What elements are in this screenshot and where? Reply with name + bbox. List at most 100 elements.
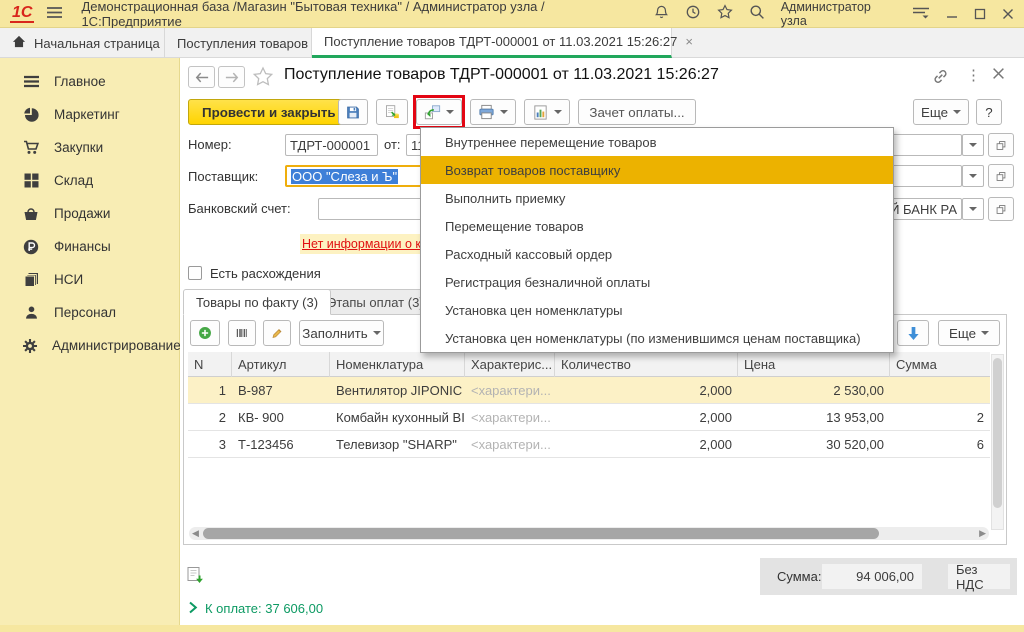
minimize-button[interactable] — [946, 8, 958, 20]
more-dots-icon[interactable]: ⋮ — [966, 66, 981, 84]
combo-open-button[interactable] — [962, 198, 984, 220]
menu-item-internal-transfer[interactable]: Внутреннее перемещение товаров — [421, 128, 893, 156]
caret-down-icon — [373, 331, 381, 339]
supplier-field[interactable]: ООО "Слеза и Ъ" — [285, 165, 437, 187]
history-icon[interactable] — [685, 4, 701, 23]
cell-price: 13 953,00 — [738, 410, 890, 425]
table-row[interactable]: 3 Т-123456 Телевизор "SHARP" <характери.… — [188, 431, 990, 458]
edit-pencil-button[interactable] — [263, 320, 291, 346]
scroll-left-icon[interactable]: ◀ — [192, 527, 199, 540]
cell-qty: 2,000 — [555, 383, 738, 398]
scroll-right-icon[interactable]: ▶ — [979, 527, 986, 540]
posted-document-icon[interactable] — [186, 566, 204, 587]
table-row[interactable]: 1 В-987 Вентилятор JIPONIC (... <характе… — [188, 377, 990, 404]
menu-item-cash-outflow-order[interactable]: Расходный кассовый ордер — [421, 240, 893, 268]
no-counterparty-info-link[interactable]: Нет информации о кон — [302, 237, 435, 251]
col-characteristic: Характерис... — [465, 352, 555, 377]
tab-goods-by-fact[interactable]: Товары по факту (3) — [183, 289, 331, 315]
more-button[interactable]: Еще — [913, 99, 969, 125]
caret-down-icon — [446, 110, 454, 118]
sidebar-item-sales[interactable]: Продажи — [0, 197, 179, 230]
favorite-star-icon[interactable] — [252, 66, 274, 90]
open-value-button[interactable] — [988, 133, 1014, 157]
move-down-button[interactable] — [897, 320, 929, 346]
sidebar-item-marketing[interactable]: Маркетинг — [0, 98, 179, 131]
fill-button[interactable]: Заполнить — [299, 320, 384, 346]
get-link-icon[interactable] — [932, 68, 949, 88]
open-value-button[interactable] — [988, 164, 1014, 188]
number-field[interactable]: ТДРТ-000001 — [285, 134, 378, 156]
combo-open-button[interactable] — [962, 165, 984, 187]
menu-item-set-prices[interactable]: Установка цен номенклатуры — [421, 296, 893, 324]
books-icon — [22, 272, 40, 287]
open-value-button[interactable] — [988, 197, 1014, 221]
sidebar-item-personnel[interactable]: Персонал — [0, 296, 179, 329]
sidebar-item-administration[interactable]: Администрирование — [0, 329, 179, 362]
bank-account-field[interactable] — [318, 198, 435, 220]
sections-sidebar: Главное Маркетинг Закупки Склад Продажи … — [0, 58, 180, 632]
menu-item-return-to-supplier[interactable]: Возврат товаров поставщику — [421, 156, 893, 184]
current-user[interactable]: Администратор узла — [781, 0, 896, 28]
menu-item-goods-transfer[interactable]: Перемещение товаров — [421, 212, 893, 240]
table-more-button[interactable]: Еще — [938, 320, 1000, 346]
cell-qty: 2,000 — [555, 410, 738, 425]
forward-button[interactable] — [218, 66, 245, 88]
tab-receipt-doc[interactable]: Поступление товаров ТДРТ-000001 от 11.03… — [312, 28, 672, 58]
cell-sku: В-987 — [232, 383, 330, 398]
barcode-scan-button[interactable] — [228, 320, 256, 346]
close-tab-icon[interactable]: × — [685, 34, 693, 49]
table-vertical-scrollbar[interactable] — [991, 354, 1004, 530]
sum-label: Сумма: — [777, 569, 821, 584]
reports-button[interactable] — [524, 99, 570, 125]
add-row-button[interactable] — [190, 320, 220, 346]
table-header-row[interactable]: N Артикул Номенклатура Характерис... Кол… — [188, 352, 990, 377]
chevron-right-icon[interactable] — [188, 601, 198, 617]
supplier-label: Поставщик: — [188, 169, 258, 184]
sidebar-item-finance[interactable]: Финансы — [0, 230, 179, 263]
cell-characteristic: <характери... — [465, 383, 555, 398]
search-icon[interactable] — [749, 4, 765, 23]
post-and-close-button[interactable]: Провести и закрыть — [188, 99, 350, 125]
favorites-star-icon[interactable] — [717, 4, 733, 23]
close-form-icon[interactable] — [992, 67, 1005, 83]
tab-label: Этапы оплат (3) — [327, 295, 424, 310]
sidebar-item-main[interactable]: Главное — [0, 65, 179, 98]
scrollbar-thumb[interactable] — [203, 528, 879, 539]
help-button[interactable]: ? — [976, 99, 1002, 125]
print-button[interactable] — [470, 99, 516, 125]
vat-mode: Без НДС — [948, 564, 1010, 589]
caret-down-icon — [981, 331, 989, 339]
totals-panel: Сумма: 94 006,00 Без НДС — [760, 558, 1017, 595]
sidebar-item-warehouse[interactable]: Склад — [0, 164, 179, 197]
menu-item-cashless-payment-registration[interactable]: Регистрация безналичной оплаты — [421, 268, 893, 296]
back-button[interactable] — [188, 66, 215, 88]
main-menu-icon[interactable] — [46, 6, 63, 22]
scrollbar-thumb[interactable] — [993, 358, 1002, 508]
post-document-button[interactable] — [376, 99, 408, 125]
menu-item-set-prices-by-changed-supplier-prices[interactable]: Установка цен номенклатуры (по изменивши… — [421, 324, 893, 352]
payable-link[interactable]: К оплате: 37 606,00 — [205, 601, 323, 616]
tab-receipts-list[interactable]: Поступления товаров × — [165, 28, 312, 58]
service-menu-icon[interactable] — [912, 5, 930, 22]
cell-n: 1 — [188, 383, 232, 398]
discrepancies-checkbox[interactable] — [188, 266, 202, 280]
tab-home[interactable]: Начальная страница — [0, 28, 165, 58]
1c-logo: 1С — [10, 5, 34, 23]
sidebar-item-nsi[interactable]: НСИ — [0, 263, 179, 296]
person-icon — [22, 305, 40, 320]
maximize-button[interactable] — [974, 8, 986, 20]
create-based-on-button[interactable] — [416, 99, 462, 125]
combo-open-button[interactable] — [962, 134, 984, 156]
menu-item-perform-acceptance[interactable]: Выполнить приемку — [421, 184, 893, 212]
close-window-button[interactable] — [1002, 8, 1014, 20]
save-button[interactable] — [338, 99, 368, 125]
supplier-value: ООО "Слеза и Ъ" — [291, 169, 398, 184]
notifications-bell-icon[interactable] — [654, 4, 669, 23]
sidebar-item-purchases[interactable]: Закупки — [0, 131, 179, 164]
tab-label: Товары по факту (3) — [196, 295, 318, 310]
table-row[interactable]: 2 КВ- 900 Комбайн кухонный BI... <характ… — [188, 404, 990, 431]
payment-offset-button[interactable]: Зачет оплаты... — [578, 99, 696, 125]
date-label: от: — [384, 137, 401, 152]
table-horizontal-scrollbar[interactable]: ◀ ▶ — [189, 527, 989, 540]
tab-payment-stages[interactable]: Этапы оплат (3) — [314, 289, 437, 315]
